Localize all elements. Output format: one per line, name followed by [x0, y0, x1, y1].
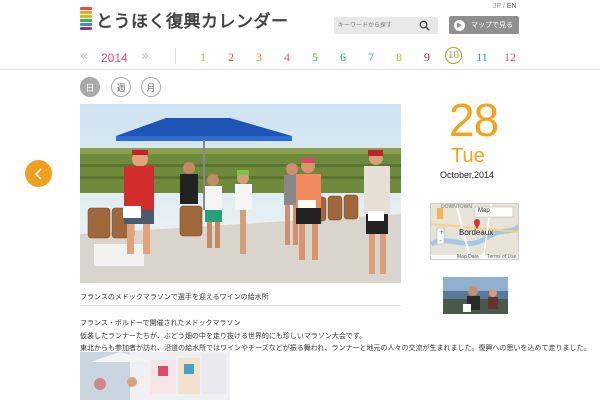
map-area-label: DOWNTOWN — [441, 204, 473, 210]
lang-jp-link[interactable]: JP — [493, 3, 501, 10]
month-link-11[interactable]: 11 — [473, 50, 491, 65]
event-main-photo — [80, 104, 401, 283]
map-data-label: Map Data — [457, 254, 479, 260]
divider — [80, 305, 401, 306]
month-link-8[interactable]: 8 — [390, 50, 408, 65]
month-link-9[interactable]: 9 — [418, 50, 436, 65]
month-link-6[interactable]: 6 — [334, 50, 352, 65]
article-line: フランス・ボルドーで開催されたメドックマラソン — [80, 319, 241, 327]
language-switcher: JP / EN — [493, 3, 517, 10]
month-link-7[interactable]: 7 — [362, 50, 380, 65]
view-month-button[interactable]: 月 — [141, 77, 161, 97]
map-view-button[interactable]: ▶ マップで見る — [449, 16, 519, 34]
map-city-label: Bordeaux — [459, 228, 494, 237]
month-link-1[interactable]: 1 — [194, 50, 212, 65]
selected-weekday: Tue — [451, 145, 485, 167]
site-logo[interactable]: とうほく復興カレンダー — [80, 7, 289, 32]
month-link-5[interactable]: 5 — [306, 50, 324, 65]
view-day-button[interactable]: 日 — [80, 77, 100, 97]
arrow-right-icon: ▶ — [454, 19, 465, 31]
view-week-button[interactable]: 週 — [111, 77, 131, 97]
article-photo — [80, 352, 230, 400]
month-link-10[interactable]: 10 — [445, 47, 462, 64]
divider — [175, 48, 176, 64]
current-year: 2014 — [101, 51, 128, 65]
month-navigation: « 2014 » 1 2 3 4 5 6 7 8 9 10 11 12 — [0, 44, 600, 70]
search-box — [334, 17, 438, 34]
article-line: 仮装したランナーたちが、ぶどう畑の中を走り抜ける世界的にも珍しいマラソン大会です… — [80, 332, 367, 340]
event-video-thumbnail[interactable] — [443, 277, 508, 314]
month-link-3[interactable]: 3 — [250, 50, 268, 65]
search-input[interactable] — [338, 20, 416, 31]
svg-text:+: + — [439, 229, 444, 236]
svg-text:-: - — [440, 237, 442, 244]
photo-caption: フランスのメドックマラソンで選手を迎えるワインの給水所 — [80, 293, 269, 301]
prev-year-icon[interactable]: « — [80, 49, 88, 64]
event-location-map[interactable]: + - DOWNTOWN Map Bordeaux Map Data Terms… — [430, 203, 519, 260]
month-link-2[interactable]: 2 — [222, 50, 240, 65]
month-link-4[interactable]: 4 — [278, 50, 296, 65]
previous-day-button[interactable] — [25, 160, 52, 187]
month-link-12[interactable]: 12 — [501, 50, 519, 65]
chevron-left-icon — [34, 167, 42, 180]
lang-en-link[interactable]: EN — [507, 3, 517, 10]
map-type-selector[interactable]: Map — [478, 208, 490, 214]
map-terms-link[interactable]: Terms of Use — [487, 254, 516, 259]
selected-month-year: October,2014 — [440, 170, 495, 180]
logo-books-icon — [80, 7, 92, 31]
selected-day: 28 — [449, 94, 499, 146]
site-logo-text: とうほく復興カレンダー — [96, 11, 289, 32]
next-year-icon[interactable]: » — [141, 49, 149, 64]
search-icon[interactable] — [419, 20, 430, 31]
map-view-button-label: マップで見る — [471, 21, 513, 29]
